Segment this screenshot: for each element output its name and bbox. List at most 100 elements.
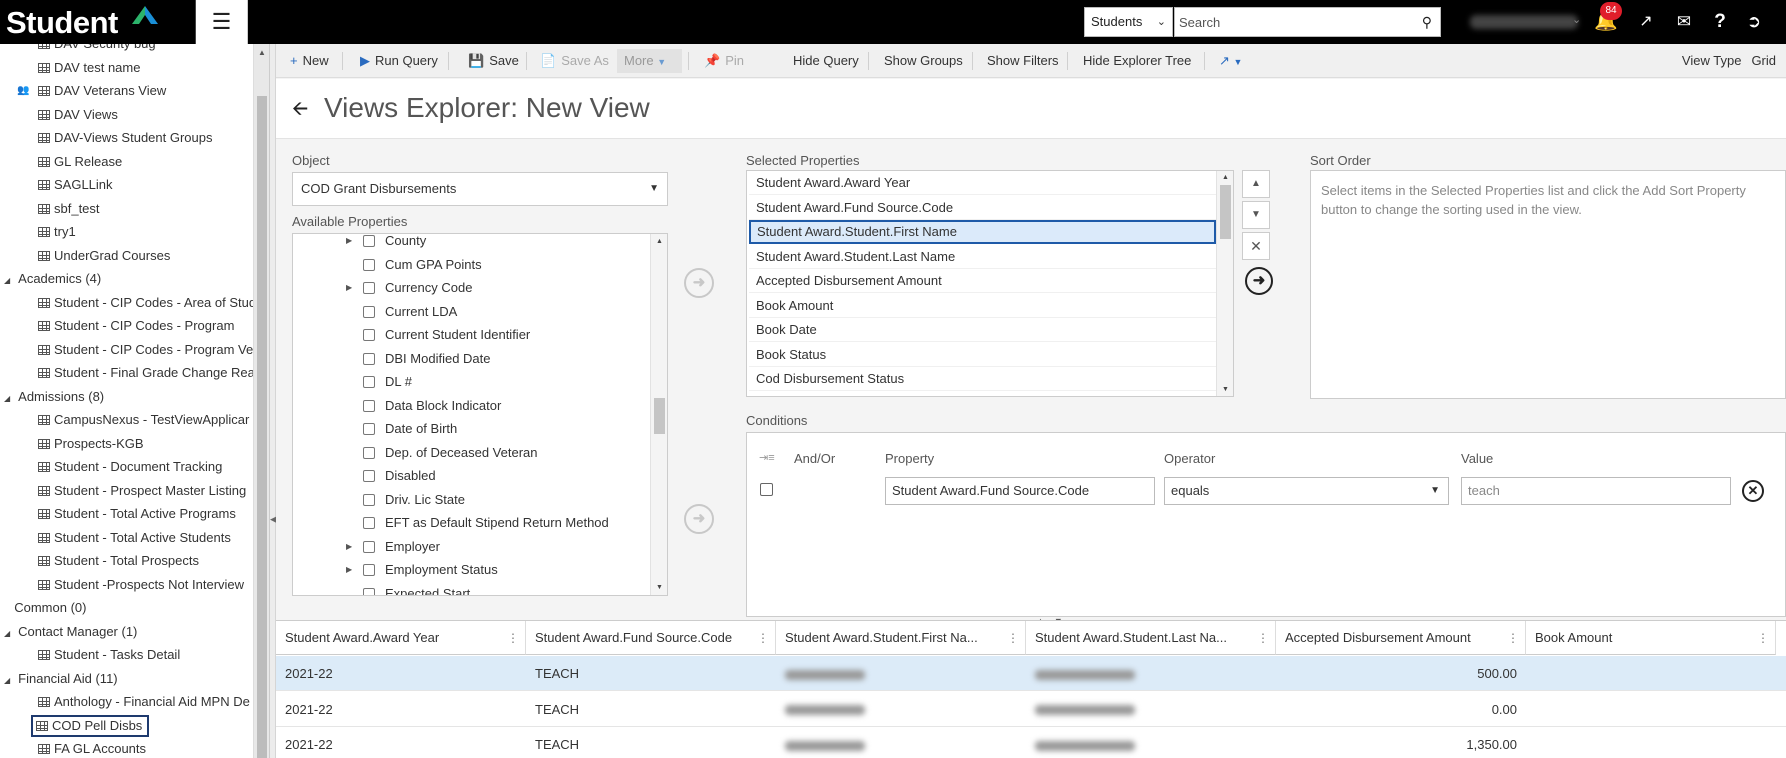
sort-order-list[interactable]: Select items in the Selected Properties … xyxy=(1310,170,1786,399)
tree-item-view[interactable]: CampusNexus - TestViewApplicar xyxy=(38,409,253,431)
available-property-item[interactable]: ▶ County xyxy=(303,234,653,252)
tree-item-view[interactable]: Student - Document Tracking xyxy=(38,456,253,478)
tree-item-view[interactable]: Student - Total Active Students xyxy=(38,527,253,549)
tree-item-view[interactable]: COD Pell Disbs xyxy=(31,714,149,737)
condition-property-field[interactable]: Student Award.Fund Source.Code xyxy=(885,477,1155,505)
available-property-item[interactable]: ▶ Employment Status xyxy=(303,559,653,581)
expand-triangle-icon[interactable]: ▶ xyxy=(346,559,352,581)
scrollbar-thumb[interactable] xyxy=(654,398,665,434)
condition-operator-select[interactable]: equals ▼ xyxy=(1164,477,1449,505)
grid-column-header[interactable]: Accepted Disbursement Amount ⋮ xyxy=(1276,621,1526,655)
expand-triangle-icon[interactable]: ▶ xyxy=(346,536,352,558)
new-button[interactable]: + New xyxy=(290,44,329,78)
selected-property-item[interactable]: Student Award.Student.First Name xyxy=(749,220,1216,244)
property-checkbox[interactable] xyxy=(363,352,375,365)
column-menu-icon[interactable]: ⋮ xyxy=(1757,621,1769,654)
tree-item-view[interactable]: SAGLLink xyxy=(38,174,253,196)
tree-group[interactable]: Common (0) xyxy=(4,597,86,619)
available-property-item[interactable]: Data Block Indicator xyxy=(303,395,653,417)
property-checkbox[interactable] xyxy=(363,423,375,435)
available-property-item[interactable]: Expected Start xyxy=(303,583,653,595)
scroll-down-icon[interactable]: ▼ xyxy=(656,584,663,591)
available-property-item[interactable]: Dep. of Deceased Veteran xyxy=(303,442,653,464)
tree-item-view[interactable]: Student - Tasks Detail xyxy=(38,644,253,666)
tree-group[interactable]: ◢ Financial Aid (11) xyxy=(4,668,118,690)
available-property-item[interactable]: ▶ Employer xyxy=(303,536,653,558)
expanded-triangle-icon[interactable]: ◢ xyxy=(4,270,10,292)
column-menu-icon[interactable]: ⋮ xyxy=(1007,621,1019,654)
table-row[interactable]: 2021-22 TEACH 1,350.00 xyxy=(276,727,1786,758)
tree-item-view[interactable]: sbf_test xyxy=(38,198,253,220)
show-filters-button[interactable]: Show Filters xyxy=(987,44,1059,78)
table-row[interactable]: 2021-22 TEACH 0.00 xyxy=(276,692,1786,727)
available-properties-scrollbar[interactable]: ▲ ▼ xyxy=(650,234,667,595)
selected-property-item[interactable]: Book Status xyxy=(749,343,1216,367)
open-external-button[interactable]: ↗ ▼ xyxy=(1219,44,1242,78)
column-menu-icon[interactable]: ⋮ xyxy=(1507,621,1519,654)
column-menu-icon[interactable]: ⋮ xyxy=(1257,621,1269,654)
tree-item-view[interactable]: GL Release xyxy=(38,151,253,173)
tree-item-view[interactable]: try1 xyxy=(38,221,253,243)
tree-item-view[interactable]: DAV test name xyxy=(38,57,253,79)
move-down-button[interactable]: ▼ xyxy=(1242,201,1270,229)
selected-property-item[interactable]: Cod Disbursement Status xyxy=(749,367,1216,391)
sidebar-scrollbar[interactable]: ▲ xyxy=(254,44,270,758)
tree-item-view[interactable]: DAV-Views Student Groups xyxy=(38,127,253,149)
grid-column-header[interactable]: Student Award.Award Year ⋮ xyxy=(276,621,526,655)
add-sort-property-button[interactable]: ➜ xyxy=(1245,267,1273,295)
move-up-button[interactable]: ▲ xyxy=(1242,170,1270,198)
tree-item-view[interactable]: Student - Final Grade Change Rea xyxy=(38,362,253,384)
search-icon[interactable]: ⚲ xyxy=(1422,14,1432,31)
property-checkbox[interactable] xyxy=(363,517,375,529)
add-property-button[interactable]: ➜ xyxy=(684,268,714,298)
available-property-item[interactable]: Current LDA xyxy=(303,301,653,323)
tree-group[interactable]: ◢ Contact Manager (1) xyxy=(4,621,137,643)
property-checkbox[interactable] xyxy=(363,564,375,576)
scrollbar-thumb[interactable] xyxy=(257,96,267,758)
more-dropdown[interactable]: More ▼ xyxy=(617,49,682,73)
tree-item-view[interactable]: Prospects-KGB xyxy=(38,433,253,455)
property-checkbox[interactable] xyxy=(363,587,375,595)
tree-item-view[interactable]: UnderGrad Courses xyxy=(38,245,253,267)
property-checkbox[interactable] xyxy=(363,329,375,341)
tree-item-view[interactable]: Student - Total Active Programs xyxy=(38,503,253,525)
expanded-triangle-icon[interactable]: ◢ xyxy=(4,388,10,410)
property-checkbox[interactable] xyxy=(363,376,375,388)
property-checkbox[interactable] xyxy=(363,470,375,482)
property-checkbox[interactable] xyxy=(363,540,375,553)
selected-property-item[interactable]: Accepted Disbursement Amount xyxy=(749,269,1216,293)
tree-item-view[interactable]: Anthology - Financial Aid MPN De xyxy=(38,691,253,713)
available-property-item[interactable]: ▶ Currency Code xyxy=(303,277,653,299)
show-groups-button[interactable]: Show Groups xyxy=(884,44,963,78)
tree-item-view[interactable]: Student -Prospects Not Interview xyxy=(38,574,253,596)
available-property-item[interactable]: Cum GPA Points xyxy=(303,254,653,276)
expanded-triangle-icon[interactable]: ◢ xyxy=(4,670,10,692)
tree-item-view[interactable]: DAV Views xyxy=(38,104,253,126)
selected-properties-scrollbar[interactable]: ▲ ▼ xyxy=(1216,171,1233,396)
property-checkbox[interactable] xyxy=(363,446,375,459)
scroll-down-icon[interactable]: ▼ xyxy=(1222,386,1229,393)
app-logo[interactable]: Student xyxy=(0,0,196,44)
grid-column-header[interactable]: Student Award.Student.First Na... ⋮ xyxy=(776,621,1026,655)
column-menu-icon[interactable]: ⋮ xyxy=(507,621,519,654)
search-input[interactable] xyxy=(1175,8,1405,36)
available-property-item[interactable]: Driv. Lic State xyxy=(303,489,653,511)
available-property-item[interactable]: EFT as Default Stipend Return Method xyxy=(303,512,653,534)
user-menu[interactable] xyxy=(1470,15,1578,29)
tree-item-view[interactable]: Student - CIP Codes - Area of Stud xyxy=(38,292,253,314)
selected-property-item[interactable]: Cod Reject Codes xyxy=(749,392,1216,397)
tree-item-view[interactable]: Student - Total Prospects xyxy=(38,550,253,572)
available-property-item[interactable]: DBI Modified Date xyxy=(303,348,653,370)
help-icon[interactable]: ? xyxy=(1708,10,1732,34)
tree-item-view[interactable]: DAV Security bug xyxy=(38,44,253,55)
selected-property-item[interactable]: Student Award.Award Year xyxy=(749,171,1216,195)
tree-group[interactable]: ◢ Admissions (8) xyxy=(4,386,104,408)
tree-item-view[interactable]: Student - Prospect Master Listing xyxy=(38,480,253,502)
grid-column-header[interactable]: Student Award.Student.Last Na... ⋮ xyxy=(1026,621,1276,655)
scroll-up-icon[interactable]: ▲ xyxy=(656,238,663,245)
available-property-item[interactable]: Date of Birth xyxy=(303,418,653,440)
external-link-icon[interactable]: ↗ xyxy=(1634,10,1658,34)
property-checkbox[interactable] xyxy=(363,305,375,318)
expanded-triangle-icon[interactable]: ◢ xyxy=(4,623,10,645)
expand-triangle-icon[interactable]: ▶ xyxy=(346,234,352,252)
